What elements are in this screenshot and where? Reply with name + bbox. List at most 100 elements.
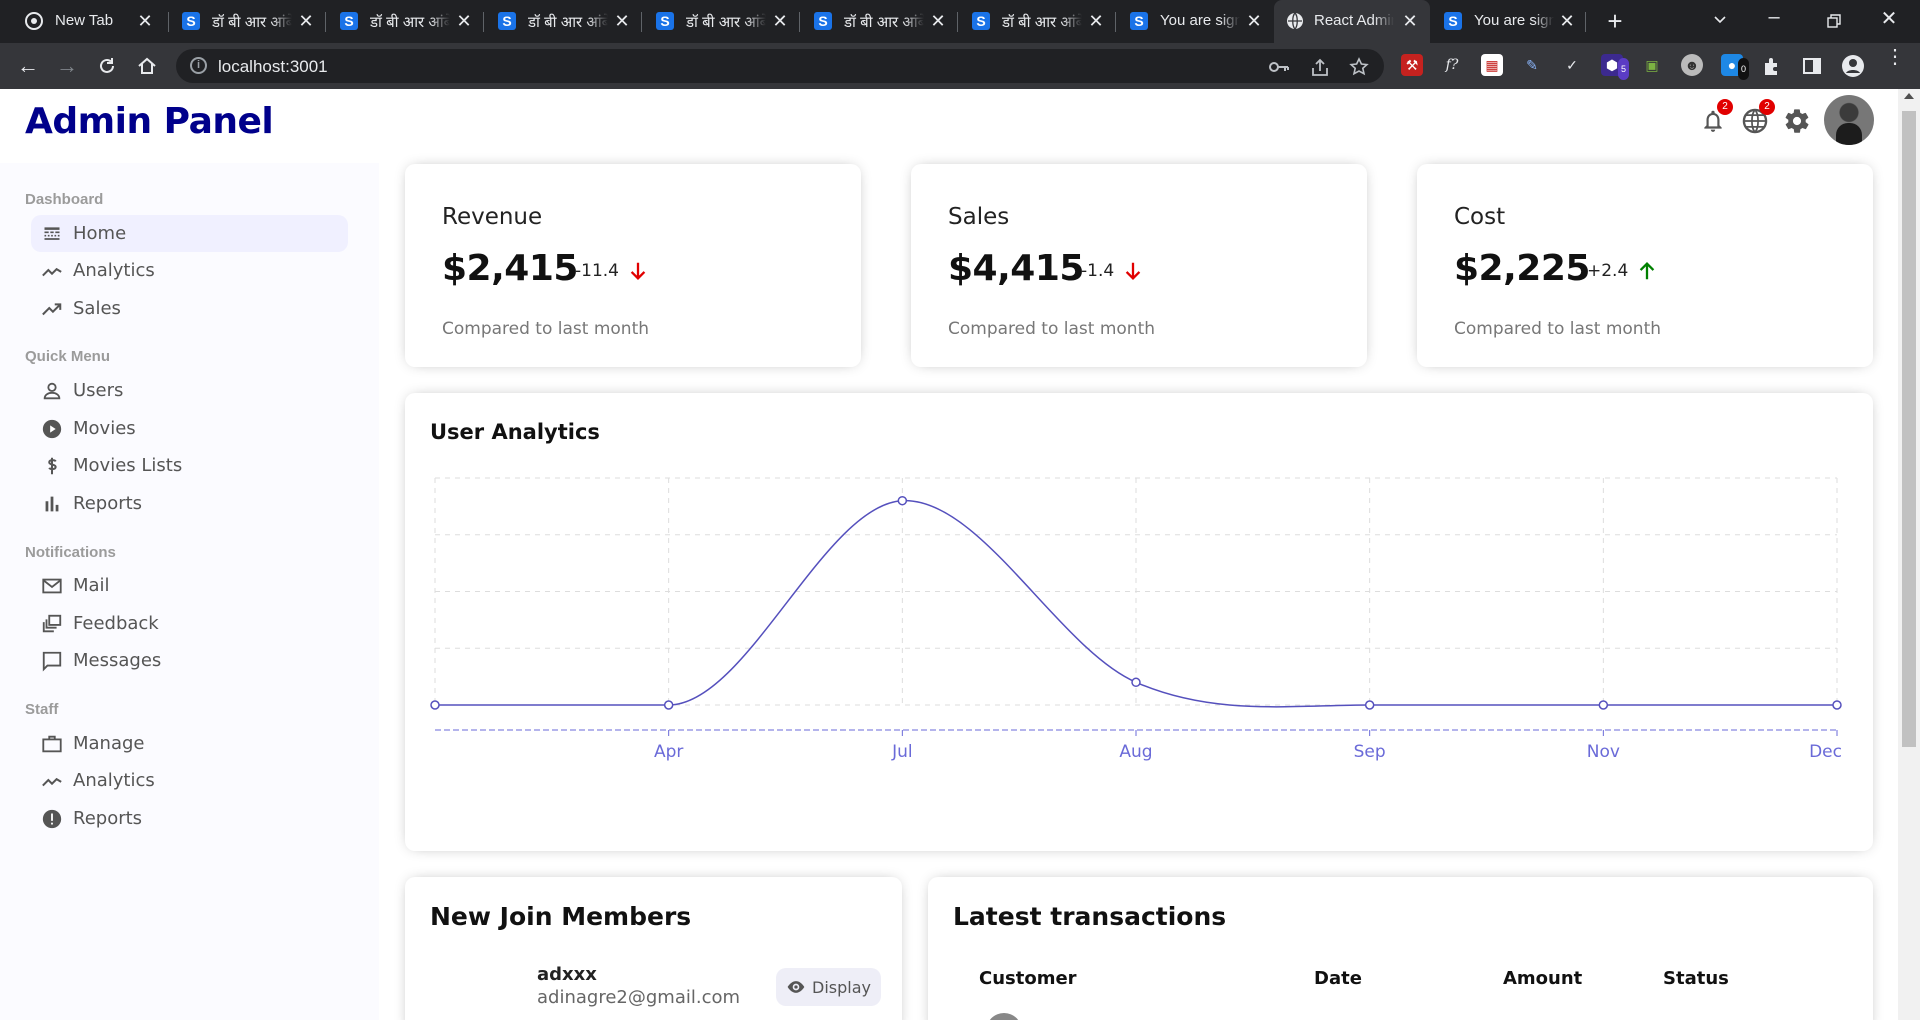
browser-tab[interactable]: S डॉ बी आर आंबेडकर ✕	[484, 0, 642, 43]
formula-extension-icon[interactable]: f?	[1441, 54, 1463, 76]
sidebar-item-staff-reports[interactable]: Reports	[31, 800, 348, 837]
browser-tab[interactable]: S You are signed in ✕	[1116, 0, 1274, 43]
browser-tab[interactable]: New Tab ✕	[0, 0, 165, 43]
browser-tab[interactable]: S डॉ बी आर आंबेडकर ✕	[168, 0, 326, 43]
close-icon[interactable]: ✕	[454, 11, 474, 32]
sidebar-item-manage[interactable]: Manage	[31, 725, 348, 762]
menu-kebab-icon[interactable]: ⋮	[1885, 47, 1905, 67]
mail-outline-icon	[41, 575, 63, 597]
s-icon: S	[498, 12, 516, 30]
face-extension-icon[interactable]: ☻	[1681, 54, 1703, 76]
data-point	[1364, 700, 1375, 710]
sidebar-item-mail[interactable]: Mail	[31, 567, 348, 604]
featured-rate: -11.4	[575, 260, 649, 282]
puzzle-icon[interactable]	[1761, 55, 1783, 77]
latest-transactions-widget: Latest transactions Customer Date Amount…	[928, 877, 1873, 1020]
close-icon[interactable]: ✕	[296, 11, 316, 32]
reload-icon[interactable]	[96, 55, 118, 77]
sidebar: Dashboard Home Analytics Sales Quick Men…	[0, 163, 379, 1020]
sidebar-item-label: Analytics	[73, 770, 155, 791]
play-circle-icon	[41, 418, 63, 440]
s-icon: S	[1130, 12, 1148, 30]
browser-tab[interactable]: S You are signed in ✕	[1432, 0, 1587, 43]
home-icon[interactable]	[136, 55, 158, 77]
ghost-extension-icon[interactable]: ● 0	[1721, 54, 1749, 80]
calendar-extension-icon[interactable]: ▦	[1481, 54, 1503, 76]
close-icon[interactable]: ✕	[1244, 11, 1264, 32]
notifications-bell-icon[interactable]: 2	[1697, 99, 1733, 137]
table-header-amount: Amount	[1503, 968, 1583, 989]
side-panel-icon[interactable]	[1801, 55, 1823, 77]
sidebar-item-messages[interactable]: Messages	[31, 642, 348, 679]
sidebar-item-sales[interactable]: Sales	[31, 290, 348, 327]
sidebar-section-title: Notifications	[25, 544, 116, 561]
sidebar-item-analytics[interactable]: Analytics	[31, 252, 348, 289]
sidebar-section-title: Staff	[25, 701, 59, 718]
sidebar-item-feedback[interactable]: Feedback	[31, 605, 348, 642]
timeline-icon	[41, 770, 63, 792]
share-icon[interactable]	[1309, 56, 1331, 78]
logo[interactable]: Admin Panel	[25, 101, 274, 142]
language-globe-icon[interactable]: 2	[1739, 99, 1775, 137]
browser-tab-active[interactable]: React Admin ✕	[1274, 0, 1430, 43]
tab-title: डॉ बी आर आंबेडकर	[212, 14, 292, 31]
address-bar[interactable]: i localhost:3001	[176, 49, 1384, 83]
user-avatar[interactable]	[1824, 95, 1874, 145]
screen-extension-icon[interactable]: ▣	[1641, 54, 1663, 76]
new-tab-plus-icon[interactable]: +	[1600, 6, 1630, 37]
forward-arrow-icon[interactable]: →	[52, 51, 82, 81]
browser-tab-strip: New Tab ✕ S डॉ बी आर आंबेडकर ✕ S डॉ बी आ…	[0, 0, 1920, 43]
sidebar-item-label: Mail	[73, 575, 110, 596]
scrollbar-thumb[interactable]	[1902, 111, 1916, 747]
data-point	[1598, 700, 1609, 710]
sidebar-item-staff-analytics[interactable]: Analytics	[31, 762, 348, 799]
table-header-customer: Customer	[979, 968, 1077, 989]
browser-tab[interactable]: S डॉ बी आर आंबेडकर ✕	[800, 0, 958, 43]
x-tick-label: Sep	[1354, 742, 1386, 762]
x-tick-label: Dec	[1809, 742, 1842, 762]
close-icon[interactable]: ✕	[135, 11, 155, 32]
display-button[interactable]: Display	[776, 968, 881, 1006]
site-info-icon[interactable]: i	[190, 57, 207, 74]
tab-title: डॉ बी आर आंबेडकर	[844, 14, 924, 31]
close-icon[interactable]: ✕	[928, 11, 948, 32]
star-icon[interactable]	[1348, 56, 1370, 78]
scroll-up-arrow-icon[interactable]	[1904, 93, 1914, 99]
featured-rate: +2.4	[1587, 260, 1658, 282]
report-icon	[41, 808, 63, 830]
browser-tab[interactable]: S डॉ बी आर आंबेडकर ✕	[326, 0, 484, 43]
s-icon: S	[1444, 12, 1462, 30]
sidebar-item-movies-lists[interactable]: Movies Lists	[31, 447, 348, 484]
browser-tab[interactable]: S डॉ बी आर आंबेडकर ✕	[958, 0, 1116, 43]
pen-extension-icon[interactable]: ✎	[1521, 54, 1543, 76]
close-icon[interactable]: ✕	[612, 11, 632, 32]
minimize-icon[interactable]: –	[1759, 6, 1789, 29]
close-icon[interactable]: ✕	[1557, 11, 1577, 32]
page-scrollbar[interactable]	[1898, 89, 1920, 1020]
tab-search-chevron-icon[interactable]	[1713, 13, 1727, 27]
picker-extension-icon[interactable]: ✓	[1561, 54, 1583, 76]
back-arrow-icon[interactable]: ←	[13, 51, 43, 81]
gem-extension-icon[interactable]: ⬢ 5	[1601, 54, 1629, 80]
bar-chart-icon	[41, 493, 63, 515]
sidebar-item-movies[interactable]: Movies	[31, 410, 348, 447]
sidebar-item-home[interactable]: Home	[31, 215, 348, 252]
window-close-icon[interactable]: ✕	[1874, 6, 1904, 31]
settings-gear-icon[interactable]	[1781, 105, 1813, 137]
person-outline-icon	[41, 380, 63, 402]
close-icon[interactable]: ✕	[1400, 11, 1420, 32]
close-icon[interactable]: ✕	[1086, 11, 1106, 32]
restore-icon[interactable]	[1826, 13, 1842, 29]
sidebar-item-users[interactable]: Users	[31, 372, 348, 409]
key-icon[interactable]	[1268, 56, 1290, 78]
extension-badge: 5	[1617, 58, 1629, 80]
extension-icon[interactable]: ⚒	[1401, 54, 1423, 76]
user-analytics-chart[interactable]: Apr Jul Aug Sep Nov Dec	[405, 393, 1873, 851]
sidebar-item-reports[interactable]: Reports	[31, 485, 348, 522]
close-icon[interactable]: ✕	[770, 11, 790, 32]
browser-tab[interactable]: S डॉ बी आर आंबेडकर ✕	[642, 0, 800, 43]
table-header-date: Date	[1314, 968, 1362, 989]
sidebar-item-label: Sales	[73, 298, 121, 319]
widget-title: New Join Members	[430, 902, 692, 931]
profile-icon[interactable]	[1841, 54, 1865, 78]
